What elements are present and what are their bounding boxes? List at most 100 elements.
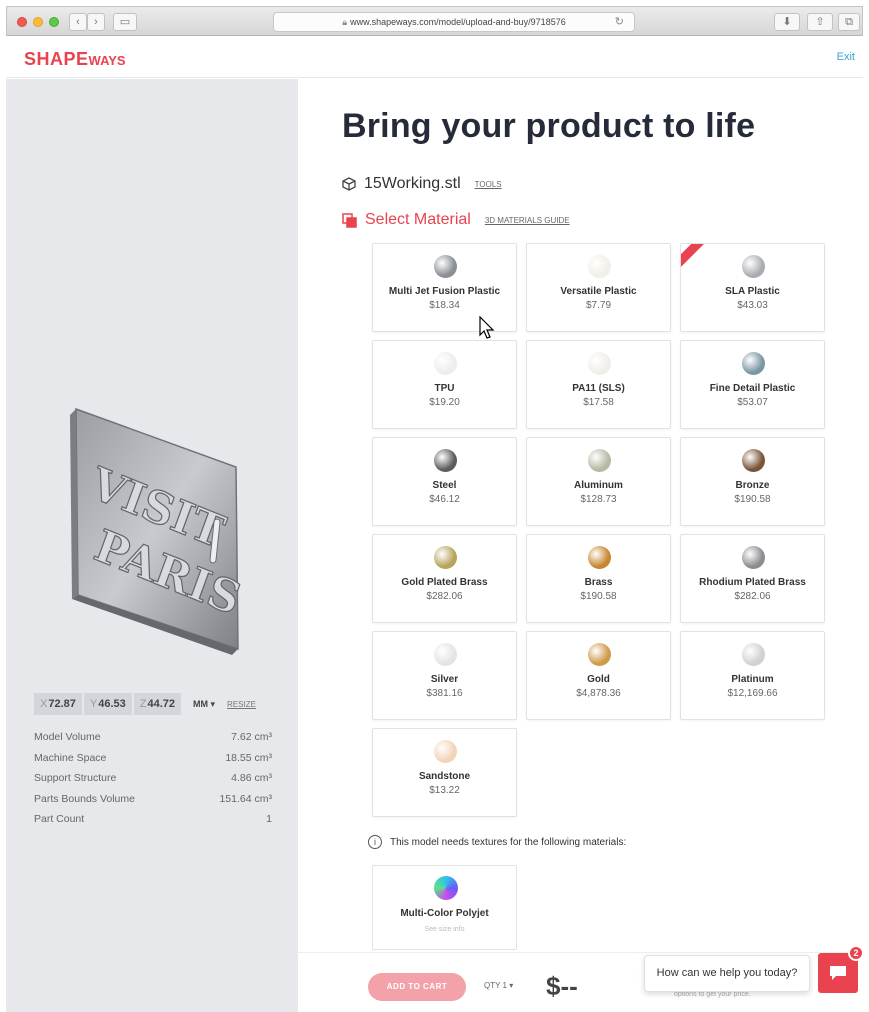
material-swatch [434,546,457,569]
stat-label: Support Structure [34,772,117,784]
material-card[interactable]: Aluminum $128.73 [526,437,671,526]
stat-row: Support Structure 4.86 cm³ [34,772,272,793]
download-icon[interactable]: ⬇ [774,13,800,31]
material-card[interactable]: Platinum $12,169.66 [680,631,825,720]
texture-notice: i This model needs textures for the foll… [368,835,626,849]
model-stats: Model Volume 7.62 cm³ Machine Space 18.55 … [34,731,272,834]
materials-guide-link[interactable]: 3D MATERIALS GUIDE [485,216,570,225]
sidebar-toggle-icon[interactable]: ▭ [113,13,137,31]
quantity-select[interactable]: QTY 1 ▾ [484,981,513,990]
tools-link[interactable]: TOOLS [475,180,502,189]
material-swatch [742,255,765,278]
stat-row: Part Count 1 [34,813,272,834]
material-card[interactable]: Gold $4,878.36 [526,631,671,720]
stat-row: Machine Space 18.55 cm³ [34,752,272,773]
material-card[interactable]: Multi Jet Fusion Plastic $18.34 [372,243,517,332]
model-viewer-panel[interactable]: VISIT PARIS X72.87 Y46.53 Z44.72 MM ▾ RE… [6,79,298,1012]
material-swatch [588,546,611,569]
material-swatch [742,546,765,569]
new-ribbon [681,244,707,270]
zoom-window-button[interactable] [49,17,59,27]
material-card[interactable]: Fine Detail Plastic $53.07 [680,340,825,429]
material-name: Gold [587,674,610,685]
material-price: $381.16 [426,688,463,699]
material-swatch [588,255,611,278]
forward-button[interactable]: › [87,13,105,31]
material-swatch [588,643,611,666]
lock-icon: 🔒︎ [342,17,348,27]
material-card[interactable]: TPU $19.20 [372,340,517,429]
resize-link[interactable]: RESIZE [227,700,256,709]
chat-badge: 2 [848,945,864,961]
stat-label: Part Count [34,813,85,825]
material-price: $19.20 [429,397,460,408]
chat-button[interactable]: 2 [818,945,864,993]
dim-z-axis: Z [139,698,147,710]
close-window-button[interactable] [17,17,27,27]
material-swatch [434,740,457,763]
stat-row: Model Volume 7.62 cm³ [34,731,272,752]
minimize-window-button[interactable] [33,17,43,27]
model-3d-preview[interactable]: VISIT PARIS [66,399,246,659]
material-name: Aluminum [574,480,623,491]
mouse-cursor-icon [479,316,495,339]
dim-y[interactable]: Y46.53 [83,693,132,715]
material-swatch [742,352,765,375]
dim-y-value: 46.53 [98,698,126,710]
price-hint: options to get your price. [674,991,751,998]
material-price: $13.22 [429,785,460,796]
file-row: 15Working.stl TOOLS [342,175,502,193]
material-name: Gold Plated Brass [401,577,488,588]
logo-small-text: WAYS [88,53,126,68]
select-material-row: Select Material 3D MATERIALS GUIDE [342,211,570,229]
material-swatch [742,643,765,666]
material-name: Silver [430,674,459,685]
browser-toolbar: ‹ › ▭ 🔒︎ www.shapeways.com/model/upload-a… [6,6,863,36]
material-card[interactable]: Silver $381.16 [372,631,517,720]
material-card[interactable]: PA11 (SLS) $17.58 [526,340,671,429]
material-swatch [434,876,458,900]
material-card[interactable]: Rhodium Plated Brass $282.06 [680,534,825,623]
dim-z[interactable]: Z44.72 [133,693,182,715]
material-name: TPU [434,383,455,394]
dim-x[interactable]: X72.87 [34,693,82,715]
material-name: SLA Plastic [725,286,780,297]
material-card[interactable]: Sandstone $13.22 [372,728,517,817]
material-card[interactable]: Gold Plated Brass $282.06 [372,534,517,623]
page-title: Bring your product to life [342,107,756,145]
unit-select[interactable]: MM ▾ [193,699,215,710]
material-card[interactable]: Steel $46.12 [372,437,517,526]
material-card[interactable]: Brass $190.58 [526,534,671,623]
stat-value: 1 [266,813,272,825]
back-button[interactable]: ‹ [69,13,87,31]
reload-icon[interactable]: ↻ [615,13,624,31]
url-text: www.shapeways.com/model/upload-and-buy/9… [350,17,566,27]
material-card[interactable]: Bronze $190.58 [680,437,825,526]
material-card-multicolor[interactable]: Multi-Color Polyjet See size info [372,865,517,950]
material-price: $53.07 [737,397,768,408]
material-price: $190.58 [734,494,771,505]
material-price: $4,878.36 [576,688,621,699]
site-header: SHAPEWAYS Exit [6,37,863,78]
material-name: Bronze [735,480,770,491]
add-to-cart-button[interactable]: ADD TO CART [368,973,466,1001]
material-card[interactable]: SLA Plastic $43.03 [680,243,825,332]
material-price: $128.73 [580,494,617,505]
shapeways-logo[interactable]: SHAPEWAYS [24,49,126,70]
material-name: Fine Detail Plastic [709,383,796,394]
material-name: Rhodium Plated Brass [699,577,806,588]
material-name: PA11 (SLS) [572,383,625,394]
material-swatch [434,255,457,278]
address-bar[interactable]: 🔒︎ www.shapeways.com/model/upload-and-buy… [273,12,635,32]
chat-prompt-bubble[interactable]: How can we help you today? [644,955,810,992]
exit-link[interactable]: Exit [837,51,855,63]
material-card[interactable]: Versatile Plastic $7.79 [526,243,671,332]
dim-y-axis: Y [89,698,98,710]
material-price: $12,169.66 [727,688,778,699]
material-price: $18.34 [429,300,460,311]
stat-value: 4.86 cm³ [231,772,272,784]
material-price: $46.12 [429,494,460,505]
stat-value: 18.55 cm³ [225,751,272,764]
tabs-icon[interactable]: ⧉ [838,13,860,31]
share-icon[interactable]: ⇧ [807,13,833,31]
